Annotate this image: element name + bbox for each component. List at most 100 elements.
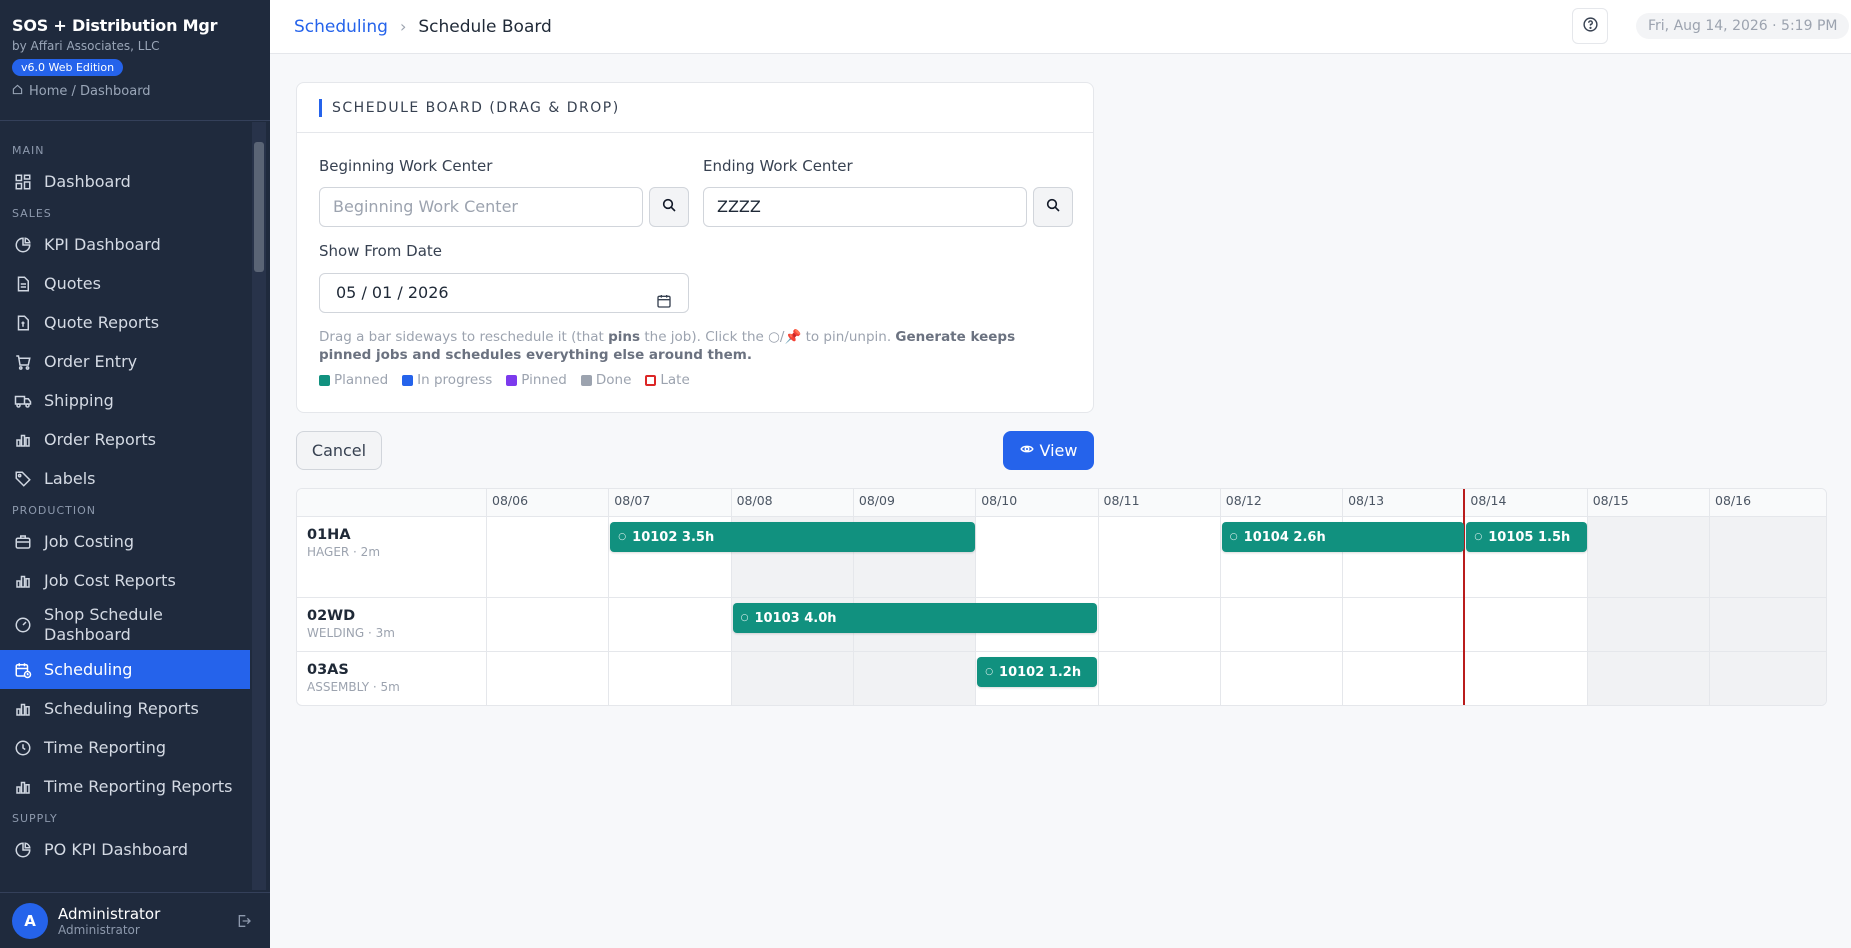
show-from-date-input[interactable]: 05 / 01 / 2026 <box>319 273 689 313</box>
gantt-row: 01HA HAGER · 2m <box>297 517 1826 598</box>
bar-chart-icon <box>14 700 32 718</box>
pin-toggle-icon[interactable]: ○ <box>985 667 993 677</box>
card-accent-bar <box>319 98 322 117</box>
gantt-day-label: 08/07 <box>608 489 730 517</box>
sidebar-item-quote-reports[interactable]: Quote Reports <box>0 303 250 342</box>
breadcrumb-scheduling[interactable]: Scheduling <box>294 17 388 37</box>
gantt-day-label: 08/09 <box>852 489 975 517</box>
bar-chart-icon <box>14 778 32 796</box>
gantt-day-label: 08/16 <box>1709 489 1826 517</box>
drag-instructions: Drag a bar sideways to reschedule it (th… <box>319 329 1016 363</box>
job-bar[interactable]: ○ 10103 4.0h <box>732 603 1098 633</box>
gantt-day-label: 08/08 <box>730 489 853 517</box>
schedule-board-card: SCHEDULE BOARD (DRAG & DROP) Beginning W… <box>296 82 1094 413</box>
sidebar-item-order-entry[interactable]: Order Entry <box>0 342 250 381</box>
home-breadcrumb[interactable]: Home / Dashboard <box>12 84 258 99</box>
sidebar-scrollbar[interactable] <box>254 142 264 272</box>
ending-work-center-label: Ending Work Center <box>703 157 853 175</box>
sidebar-item-time-reporting[interactable]: Time Reporting <box>0 728 250 767</box>
bar-chart-icon <box>14 572 32 590</box>
cancel-button[interactable]: Cancel <box>296 431 382 470</box>
legend-planned: Planned <box>319 372 388 388</box>
job-bar-label: 10105 1.5h <box>1488 529 1571 545</box>
pie-chart-icon <box>14 841 32 859</box>
sidebar-item-label: Time Reporting <box>44 738 167 757</box>
user-profile[interactable]: A Administrator Administrator <box>0 892 270 948</box>
work-center-meta: WELDING · 3m <box>307 626 395 640</box>
sidebar-item-shipping[interactable]: Shipping <box>0 381 250 420</box>
gantt-day-label: 08/13 <box>1342 489 1464 517</box>
job-bar[interactable]: ○ 10105 1.5h <box>1466 522 1587 552</box>
sidebar-item-quotes[interactable]: Quotes <box>0 264 250 303</box>
legend-late: Late <box>645 372 690 388</box>
sidebar-item-po-kpi-dashboard[interactable]: PO KPI Dashboard <box>0 830 250 869</box>
job-bar-label: 10104 2.6h <box>1243 529 1326 545</box>
job-bar-label: 10102 1.2h <box>999 664 1082 680</box>
sidebar-item-shop-schedule-dashboard[interactable]: Shop Schedule Dashboard <box>0 600 250 650</box>
pin-toggle-icon[interactable]: ○ <box>1230 532 1238 542</box>
sidebar: SOS + Distribution Mgr by Affari Associa… <box>0 0 270 948</box>
ending-work-center-search-button[interactable] <box>1033 187 1073 227</box>
sidebar-item-dashboard[interactable]: Dashboard <box>0 162 250 201</box>
sidebar-item-job-costing[interactable]: Job Costing <box>0 522 250 561</box>
sidebar-item-order-reports[interactable]: Order Reports <box>0 420 250 459</box>
sidebar-item-label: Dashboard <box>44 172 131 191</box>
sidebar-item-time-reporting-reports[interactable]: Time Reporting Reports <box>0 767 250 806</box>
cart-icon <box>14 353 32 371</box>
sidebar-item-scheduling-reports[interactable]: Scheduling Reports <box>0 689 250 728</box>
schedule-gantt: 08/06 08/07 08/08 08/09 08/10 08/11 08/12 08/13… <box>296 488 1827 706</box>
view-button-label: View <box>1039 441 1078 460</box>
app-title: SOS + Distribution Mgr <box>12 16 218 35</box>
breadcrumb-separator: › <box>399 17 407 36</box>
sidebar-item-label: Order Reports <box>44 430 156 449</box>
work-center-meta: ASSEMBLY · 5m <box>307 680 400 694</box>
calendar-icon[interactable] <box>656 285 672 308</box>
sidebar-item-kpi-dashboard[interactable]: KPI Dashboard <box>0 225 250 264</box>
current-datetime: Fri, Aug 14, 2026 · 5:19 PM <box>1636 13 1850 39</box>
gantt-day-label: 08/06 <box>486 489 608 517</box>
dashboard-grid-icon <box>14 173 32 191</box>
section-main: MAIN <box>12 144 45 157</box>
sidebar-item-label: PO KPI Dashboard <box>44 840 189 859</box>
today-marker-line <box>1463 489 1466 705</box>
sidebar-item-scheduling[interactable]: Scheduling <box>0 650 250 689</box>
job-bar[interactable]: ○ 10102 3.5h <box>610 522 976 552</box>
edition-badge: v6.0 Web Edition <box>12 59 124 76</box>
job-bar[interactable]: ○ 10102 1.2h <box>977 657 1098 687</box>
work-center-code: 03AS <box>307 662 349 678</box>
date-value: 05 / 01 / 2026 <box>336 283 449 302</box>
sidebar-item-label: Quote Reports <box>44 313 160 332</box>
beginning-work-center-search-button[interactable] <box>649 187 689 227</box>
top-bar: Scheduling › Schedule Board Fri, Aug 14,… <box>270 0 1851 54</box>
pin-toggle-icon[interactable]: ○ <box>1474 532 1482 542</box>
document-icon <box>14 275 32 293</box>
legend-in-progress: In progress <box>402 372 492 388</box>
status-legend: Planned In progress Pinned Done Late <box>319 372 690 388</box>
work-center-label: 01HA HAGER · 2m <box>307 527 380 559</box>
eye-icon <box>1019 441 1034 460</box>
legend-done: Done <box>580 372 631 388</box>
sidebar-item-label: Time Reporting Reports <box>44 777 233 796</box>
beginning-work-center-label: Beginning Work Center <box>319 157 493 175</box>
view-button[interactable]: View <box>1003 431 1094 470</box>
pin-toggle-icon[interactable]: ○ <box>618 532 626 542</box>
job-bar[interactable]: ○ 10104 2.6h <box>1221 522 1465 552</box>
beginning-work-center-input[interactable]: Beginning Work Center <box>319 187 643 227</box>
ending-work-center-input[interactable]: ZZZZ <box>703 187 1027 227</box>
pin-toggle-icon[interactable]: ○ <box>741 613 749 623</box>
job-bar-label: 10103 4.0h <box>754 610 837 626</box>
sidebar-item-label: Scheduling <box>44 660 133 679</box>
pie-chart-icon <box>14 236 32 254</box>
sidebar-nav: MAIN Dashboard SALES KPI Dashboard Quote… <box>0 122 250 890</box>
sidebar-item-label: Job Costing <box>44 532 135 551</box>
card-header: SCHEDULE BOARD (DRAG & DROP) <box>297 83 1093 133</box>
gantt-day-label: 08/11 <box>1097 489 1220 517</box>
page-title: Schedule Board <box>418 16 552 37</box>
user-role: Administrator <box>58 922 140 937</box>
sidebar-item-job-cost-reports[interactable]: Job Cost Reports <box>0 561 250 600</box>
sidebar-item-labels[interactable]: Labels <box>0 459 250 498</box>
logout-icon[interactable] <box>236 913 252 929</box>
search-icon <box>661 197 677 217</box>
help-button[interactable] <box>1572 8 1608 44</box>
calendar-clock-icon <box>14 661 32 679</box>
